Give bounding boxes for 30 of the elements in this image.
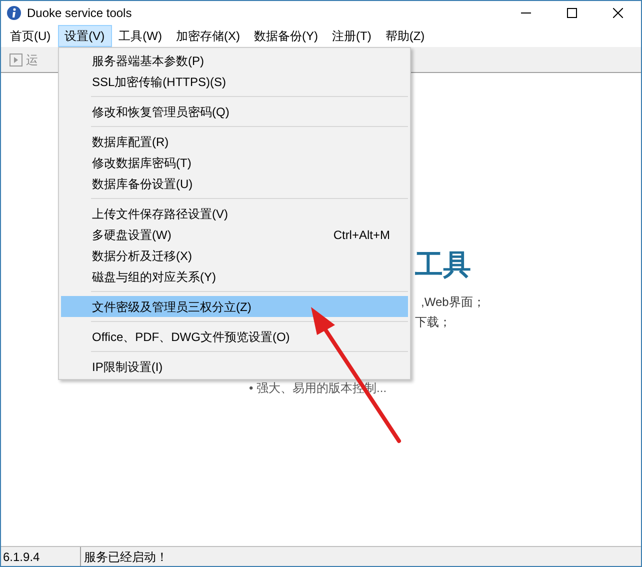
menu-item[interactable]: Office、PDF、DWG文件预览设置(O)	[61, 326, 408, 347]
feature-text: ,Web界面；	[421, 294, 486, 311]
play-icon	[9, 52, 23, 66]
menu-item[interactable]: 上传文件保存路径设置(V)	[61, 203, 408, 224]
menu-item[interactable]: 多硬盘设置(W) Ctrl+Alt+M	[61, 224, 408, 245]
menu-item[interactable]: 修改和恢复管理员密码(Q)	[61, 101, 408, 122]
menu-item[interactable]: 修改数据库密码(T)	[61, 152, 408, 173]
status-message: 服务已经启动！	[83, 548, 169, 566]
window-title: Duoke service tools	[27, 5, 132, 22]
close-icon	[613, 8, 623, 18]
menu-bar-item[interactable]: 注册(T)	[325, 25, 378, 47]
menu-item[interactable]: 数据库配置(R)	[61, 131, 408, 152]
heading: 工具	[415, 251, 472, 279]
menu-item[interactable]: IP限制设置(I)	[61, 356, 408, 377]
menu-bar-item[interactable]: 首页(U)	[3, 25, 58, 47]
menu-item[interactable]: 磁盘与组的对应关系(Y)	[61, 266, 408, 287]
menu-item[interactable]: 文件密级及管理员三权分立(Z)	[61, 296, 408, 317]
feature-text: 下载；	[415, 314, 452, 331]
menu-bar-item[interactable]: 加密存储(X)	[169, 25, 247, 47]
menu-item[interactable]: 服务器端基本参数(P)	[61, 50, 408, 71]
menu-bar-item[interactable]: 工具(W)	[112, 25, 169, 47]
menu-item[interactable]: 数据库备份设置(U)	[61, 173, 408, 194]
maximize-icon	[567, 8, 577, 18]
menu-bar-item[interactable]: 数据备份(Y)	[247, 25, 325, 47]
menu-item[interactable]: SSL加密传输(HTTPS)(S)	[61, 71, 408, 92]
version-status: 6.1.9.4	[1, 547, 81, 566]
menu-bar-item[interactable]: 帮助(Z)	[378, 25, 432, 47]
app-info-icon	[7, 6, 21, 20]
menu-item[interactable]: 数据分析及迁移(X)	[61, 245, 408, 266]
menu-bar-item[interactable]: 设置(V)	[58, 25, 112, 47]
